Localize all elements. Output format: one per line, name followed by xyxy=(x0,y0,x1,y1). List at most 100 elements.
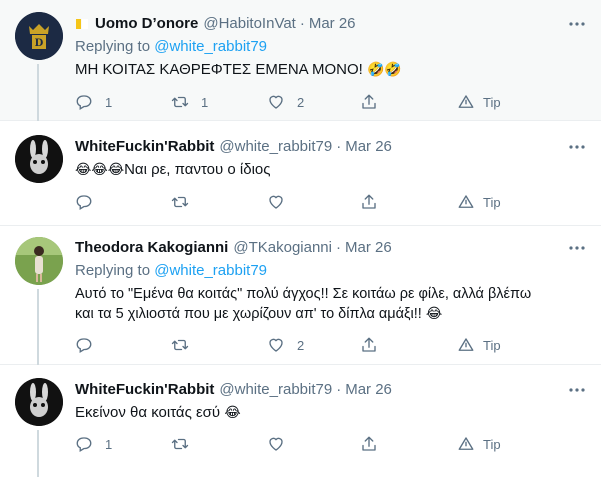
author-name[interactable]: Theodora Kakogianni xyxy=(75,238,228,258)
author-name[interactable]: WhiteFuckin'Rabbit xyxy=(75,380,214,400)
author-handle[interactable]: @TKakogianni xyxy=(233,238,332,258)
tweet-text-content: ΜΗ ΚΟΙΤΑΣ ΚΑΘΡΕΦΤΕΣ ΕΜΕΝΑ ΜΟΝΟ! xyxy=(75,61,363,78)
tweet-theodora[interactable]: Theodora Kakogianni @TKakogianni · Mar 2… xyxy=(0,227,601,365)
replying-to: Replying to @white_rabbit79 xyxy=(75,37,587,57)
reply-count: 1 xyxy=(105,436,113,452)
author-name[interactable]: WhiteFuckin'Rabbit xyxy=(75,137,214,157)
replying-mention[interactable]: @white_rabbit79 xyxy=(154,262,267,279)
reply-icon xyxy=(76,338,92,353)
retweet-button[interactable] xyxy=(171,435,189,453)
avatar[interactable]: D xyxy=(15,12,63,60)
like-icon xyxy=(269,195,283,209)
avatar[interactable] xyxy=(15,135,63,183)
tip-button[interactable]: Tip xyxy=(457,93,501,111)
reply-count: 1 xyxy=(105,94,113,110)
share-button[interactable] xyxy=(360,193,378,211)
like-icon xyxy=(269,437,283,451)
tweet-actions: 1 1 2 Tip xyxy=(75,92,587,112)
separator-dot: · xyxy=(336,381,342,398)
tweet-text: Αυτό το "Εμένα θα κοιτάς" πολύ άγχος!! Σ… xyxy=(75,284,587,324)
retweet-icon xyxy=(171,339,189,351)
tweet-emoji: 😂 xyxy=(425,306,443,322)
like-button[interactable]: 2 xyxy=(267,93,304,111)
tweet-date[interactable]: Mar 26 xyxy=(345,380,392,400)
more-icon[interactable] xyxy=(567,238,587,258)
tip-button[interactable]: Tip xyxy=(457,435,501,453)
like-button[interactable] xyxy=(267,435,285,453)
more-icon[interactable] xyxy=(567,137,587,157)
retweet-icon xyxy=(171,196,189,208)
tweet-actions: 1 Tip xyxy=(75,434,587,454)
tweet-white-rabbit-2[interactable]: WhiteFuckin'Rabbit @white_rabbit79 · Mar… xyxy=(0,366,601,477)
retweet-button[interactable] xyxy=(171,193,189,211)
svg-text:D: D xyxy=(35,38,44,49)
reply-icon xyxy=(76,195,92,210)
tip-icon xyxy=(458,338,474,351)
tip-button[interactable]: Tip xyxy=(457,193,501,211)
thread-line xyxy=(37,64,39,121)
tweet-date[interactable]: Mar 26 xyxy=(345,137,392,157)
avatar[interactable] xyxy=(15,237,63,285)
tweet-text-line-2-wrap: και τα 5 χιλιοστά που με χωρίζουν απ' το… xyxy=(75,304,587,324)
separator-dot: · xyxy=(299,15,305,32)
author-handle[interactable]: @HabitoInVat xyxy=(203,14,296,34)
like-count: 2 xyxy=(297,337,305,353)
avatar[interactable] xyxy=(15,378,63,426)
separator-dot: · xyxy=(336,138,342,155)
retweet-count: 1 xyxy=(201,94,209,110)
tweet-text-content: Ναι ρε, παντου ο ίδιος xyxy=(124,161,271,178)
tweet-white-rabbit-1[interactable]: WhiteFuckin'Rabbit @white_rabbit79 · Mar… xyxy=(0,122,601,226)
tweet-text-line-2: και τα 5 χιλιοστά που με χωρίζουν απ' το… xyxy=(75,306,422,322)
thread-line xyxy=(37,289,39,365)
share-icon xyxy=(362,337,376,352)
tip-label: Tip xyxy=(483,194,501,210)
reply-button[interactable] xyxy=(75,193,93,211)
retweet-button[interactable] xyxy=(171,336,189,354)
reply-button[interactable]: 1 xyxy=(75,435,112,453)
reply-icon xyxy=(76,437,92,452)
tweet-emoji: 🤣🤣 xyxy=(367,62,402,78)
tweet-text-content: Εκείνον θα κοιτάς εσύ xyxy=(75,404,221,421)
reply-icon xyxy=(76,95,92,110)
tip-label: Tip xyxy=(483,436,501,452)
author-handle[interactable]: @white_rabbit79 xyxy=(219,380,332,400)
retweet-button[interactable]: 1 xyxy=(171,93,208,111)
author-name[interactable]: Uomo D’onore xyxy=(95,14,198,34)
tweet-emoji: 😂 xyxy=(224,405,241,421)
tweet-uomo-donore[interactable]: D Uomo D’onore @HabitoInVat · Mar 26 Rep… xyxy=(0,0,601,121)
tweet-emoji: 😂😂😂 xyxy=(75,162,125,178)
replying-mention[interactable]: @white_rabbit79 xyxy=(154,38,267,55)
tweet-date[interactable]: Mar 26 xyxy=(345,238,392,258)
share-button[interactable] xyxy=(360,435,378,453)
reply-button[interactable]: 1 xyxy=(75,93,112,111)
tip-icon xyxy=(458,195,474,208)
share-button[interactable] xyxy=(360,336,378,354)
reply-button[interactable] xyxy=(75,336,93,354)
more-icon[interactable] xyxy=(567,14,587,34)
tweet-actions: Tip xyxy=(75,192,587,212)
replying-prefix: Replying to xyxy=(75,262,151,279)
tip-label: Tip xyxy=(483,94,501,110)
replying-prefix: Replying to xyxy=(75,38,151,55)
share-button[interactable] xyxy=(360,93,378,111)
like-icon xyxy=(269,338,283,352)
share-icon xyxy=(362,436,376,451)
share-icon xyxy=(362,94,376,109)
thread-line xyxy=(37,430,39,477)
like-button[interactable] xyxy=(267,193,285,211)
retweet-icon xyxy=(171,438,189,450)
tip-icon xyxy=(458,437,474,450)
tip-icon xyxy=(458,95,474,108)
tweet-text: ΜΗ ΚΟΙΤΑΣ ΚΑΘΡΕΦΤΕΣ ΕΜΕΝΑ ΜΟΝΟ! 🤣🤣 xyxy=(75,60,587,80)
tweet-date[interactable]: Mar 26 xyxy=(309,14,356,34)
more-icon[interactable] xyxy=(567,380,587,400)
author-handle[interactable]: @white_rabbit79 xyxy=(219,137,332,157)
retweet-icon xyxy=(171,96,189,108)
tweet-text: 😂😂😂Ναι ρε, παντου ο ίδιος xyxy=(75,160,587,180)
like-button[interactable]: 2 xyxy=(267,336,304,354)
tweet-text-line-1: Αυτό το "Εμένα θα κοιτάς" πολύ άγχος!! Σ… xyxy=(75,286,532,302)
tweet-actions: 2 Tip xyxy=(75,335,587,355)
separator-dot: · xyxy=(335,239,341,256)
share-icon xyxy=(362,194,376,209)
tip-button[interactable]: Tip xyxy=(457,336,501,354)
